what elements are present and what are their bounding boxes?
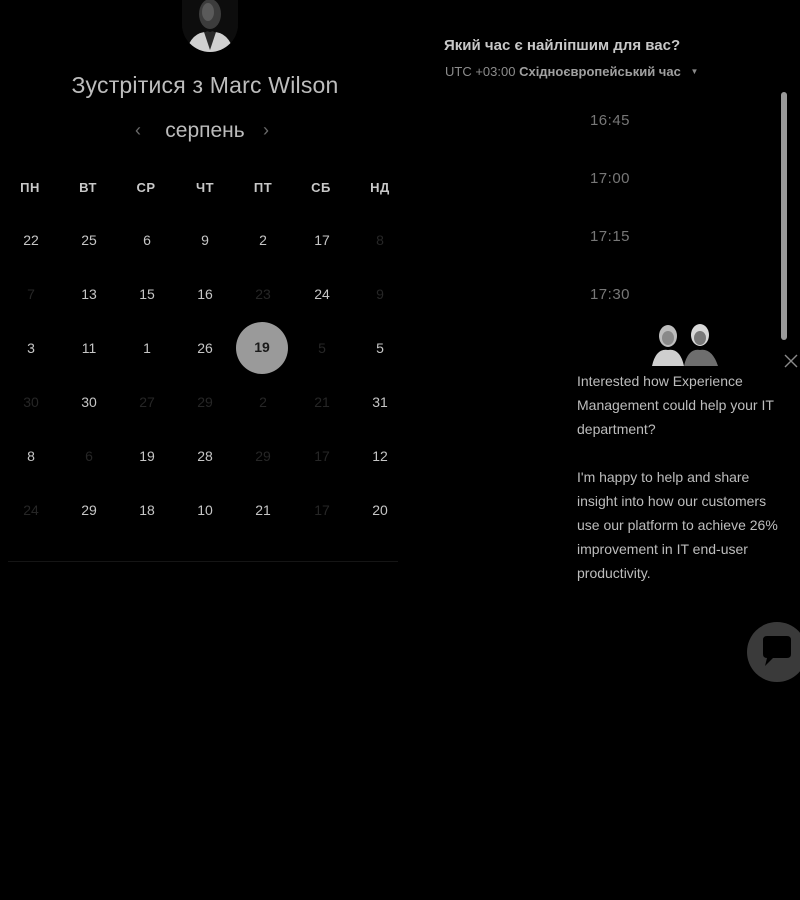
weekday-label: ПН: [20, 180, 40, 195]
calendar-day-unavailable: 27: [139, 394, 155, 410]
weekday-label: ПТ: [253, 180, 273, 195]
close-icon[interactable]: [782, 352, 800, 370]
calendar-day[interactable]: 20: [360, 502, 400, 522]
calendar-day-selected[interactable]: 19: [236, 322, 288, 374]
calendar-day[interactable]: 5: [360, 340, 400, 360]
calendar-day[interactable]: 12: [360, 448, 400, 468]
month-navigation: ‹ серпень ›: [130, 118, 280, 148]
chat-agent-avatars: [648, 320, 728, 366]
calendar-day-unavailable: 21: [314, 394, 330, 410]
calendar-day-unavailable: 23: [255, 286, 271, 302]
chat-bubble-icon: [763, 636, 791, 666]
chat-message-line: Interested how Experience Management cou…: [577, 373, 774, 437]
calendar-day[interactable]: 18: [127, 502, 167, 522]
calendar-day[interactable]: 25: [69, 232, 109, 252]
calendar-day-unavailable: 30: [23, 394, 39, 410]
time-slot[interactable]: 17:30: [560, 286, 660, 303]
calendar-day-unavailable: 29: [197, 394, 213, 410]
timezone-name: Східноєвропейський час: [519, 64, 681, 79]
weekday-label: ВТ: [79, 180, 97, 195]
timezone-offset: UTC +03:00: [445, 64, 516, 79]
month-label: серпень: [165, 119, 245, 142]
time-slots-scrollbar[interactable]: [781, 92, 787, 340]
calendar-day[interactable]: 9: [185, 232, 225, 252]
calendar-day-unavailable: 6: [85, 448, 93, 464]
weekday-label: НД: [370, 180, 390, 195]
time-slot[interactable]: 17:15: [560, 228, 660, 245]
calendar-day[interactable]: 28: [185, 448, 225, 468]
chevron-right-icon[interactable]: ›: [263, 120, 269, 141]
time-question: Який час є найліпшим для вас?: [444, 37, 681, 54]
calendar-day-unavailable: 9: [376, 286, 384, 302]
calendar-day[interactable]: 2: [243, 232, 283, 252]
divider: [8, 561, 398, 562]
calendar-day[interactable]: 17: [302, 232, 342, 252]
calendar-day[interactable]: 19: [127, 448, 167, 468]
weekday-label: СБ: [311, 180, 331, 195]
host-avatar: [182, 0, 238, 52]
calendar-day[interactable]: 22: [11, 232, 51, 252]
scheduler-page: Зустрітися з Marc Wilson ‹ серпень › ПН …: [0, 0, 800, 900]
timezone-selector[interactable]: UTC +03:00 Східноєвропейський час ▼: [445, 64, 698, 79]
weekday-label: СР: [136, 180, 156, 195]
calendar-day[interactable]: 1: [127, 340, 167, 360]
calendar-day-unavailable: 29: [255, 448, 271, 464]
calendar-day[interactable]: 6: [127, 232, 167, 252]
calendar-day-unavailable: 8: [376, 232, 384, 248]
calendar-day[interactable]: 21: [243, 502, 283, 522]
calendar-day-unavailable: 17: [314, 502, 330, 518]
calendar-day-unavailable: 2: [259, 394, 267, 410]
calendar-day-unavailable: 24: [23, 502, 39, 518]
time-slot[interactable]: 17:00: [560, 170, 660, 187]
calendar-day[interactable]: 13: [69, 286, 109, 306]
calendar-day[interactable]: 15: [127, 286, 167, 306]
calendar-day[interactable]: 16: [185, 286, 225, 306]
calendar-day[interactable]: 8: [11, 448, 51, 468]
calendar-day[interactable]: 31: [360, 394, 400, 414]
time-slot[interactable]: 16:45: [560, 112, 660, 129]
calendar-day[interactable]: 10: [185, 502, 225, 522]
caret-down-icon: ▼: [690, 67, 699, 76]
calendar-day[interactable]: 26: [185, 340, 225, 360]
meeting-title: Зустрітися з Marc Wilson: [71, 72, 339, 98]
calendar-day[interactable]: 3: [11, 340, 51, 360]
calendar-day-unavailable: 5: [318, 340, 326, 356]
weekday-label: ЧТ: [195, 180, 215, 195]
chat-message-line: I'm happy to help and share insight into…: [577, 469, 778, 581]
calendar-day[interactable]: 29: [69, 502, 109, 522]
calendar-day[interactable]: 24: [302, 286, 342, 306]
chat-launcher-button[interactable]: [747, 622, 800, 682]
calendar-day[interactable]: 11: [69, 340, 109, 360]
chat-message: Interested how Experience Management cou…: [577, 369, 792, 609]
calendar-day-unavailable: 17: [314, 448, 330, 464]
calendar-day-unavailable: 7: [27, 286, 35, 302]
calendar-day[interactable]: 30: [69, 394, 109, 414]
